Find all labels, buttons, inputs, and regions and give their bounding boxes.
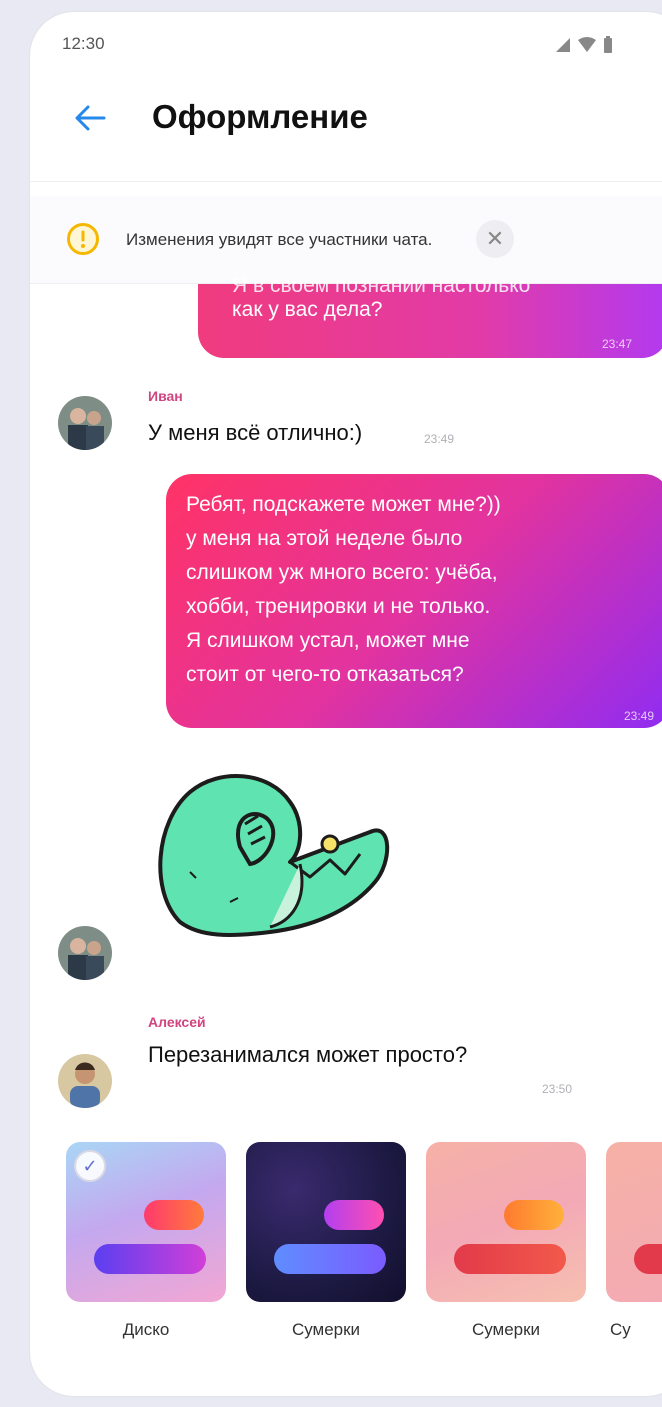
app-bar: Оформление [30, 72, 662, 182]
battery-icon [604, 36, 612, 53]
status-time: 12:30 [62, 34, 105, 53]
message-text: У меня всё отлично:) [148, 420, 363, 445]
preview-bubble [634, 1244, 662, 1274]
notice-text: Изменения увидят все участники чата. [126, 230, 433, 249]
message-line: Ребят, подскажете может мне?)) [186, 493, 501, 516]
status-bar: 12:30 [30, 12, 662, 72]
avatar[interactable] [58, 926, 112, 980]
theme-option-partial[interactable]: Су [606, 1142, 662, 1342]
theme-picker: ✓ Диско Сумерки Сумерки Су [30, 1142, 662, 1382]
message-line: Я слишком устал, может мне [186, 629, 470, 652]
theme-label: Су [610, 1320, 631, 1339]
avatar[interactable] [58, 1054, 112, 1108]
message-text: Перезанимался может просто? [148, 1042, 468, 1067]
preview-bubble [454, 1244, 566, 1274]
theme-preview [606, 1142, 662, 1302]
theme-option-twilight[interactable]: Сумерки [246, 1142, 406, 1342]
theme-label: Сумерки [471, 1320, 541, 1339]
theme-label: Сумерки [291, 1320, 361, 1339]
close-icon[interactable]: ✕ [476, 220, 514, 258]
warning-circle-icon [67, 223, 99, 255]
wifi-icon [578, 37, 596, 52]
sender-name: Алексей [148, 1014, 206, 1030]
phone-screen: 12:30 Оформление Изменения увидят все уч… [30, 12, 662, 1396]
preview-bubble [94, 1244, 206, 1274]
theme-label: Диско [122, 1320, 170, 1339]
page-title: Оформление [152, 98, 368, 135]
avatar[interactable] [58, 396, 112, 450]
message-line: стоит от чего-то отказаться? [186, 663, 464, 686]
message-text: как у вас дела? [232, 298, 383, 321]
signal-icon [556, 38, 570, 52]
status-icons [555, 36, 613, 54]
message-time: 23:49 [624, 709, 655, 723]
message-line: у меня на этой неделе было [186, 527, 463, 550]
theme-option-twilight-2[interactable]: Сумерки [426, 1142, 586, 1342]
theme-preview [246, 1142, 406, 1302]
theme-preview [426, 1142, 586, 1302]
outgoing-message-bubble: Я в своем познании настолько как у вас д… [198, 274, 662, 358]
theme-option-disco[interactable]: ✓ Диско [66, 1142, 226, 1342]
message-time: 23:49 [424, 432, 455, 446]
outgoing-message-bubble: Ребят, подскажете может мне?)) у меня на… [166, 474, 662, 728]
sender-name: Иван [148, 388, 183, 404]
preview-bubble [274, 1244, 386, 1274]
message-time: 23:50 [542, 1082, 573, 1096]
checkmark-icon: ✓ [74, 1150, 106, 1182]
message-line: хобби, тренировки и не только. [186, 595, 491, 618]
arrow-left-icon[interactable] [70, 98, 110, 138]
message-line: слишком уж много всего: учёба, [186, 561, 498, 584]
preview-bubble [144, 1200, 204, 1230]
preview-bubble [504, 1200, 564, 1230]
dinosaur-sticker [158, 774, 390, 937]
preview-bubble [324, 1200, 384, 1230]
message-time: 23:47 [602, 337, 633, 351]
